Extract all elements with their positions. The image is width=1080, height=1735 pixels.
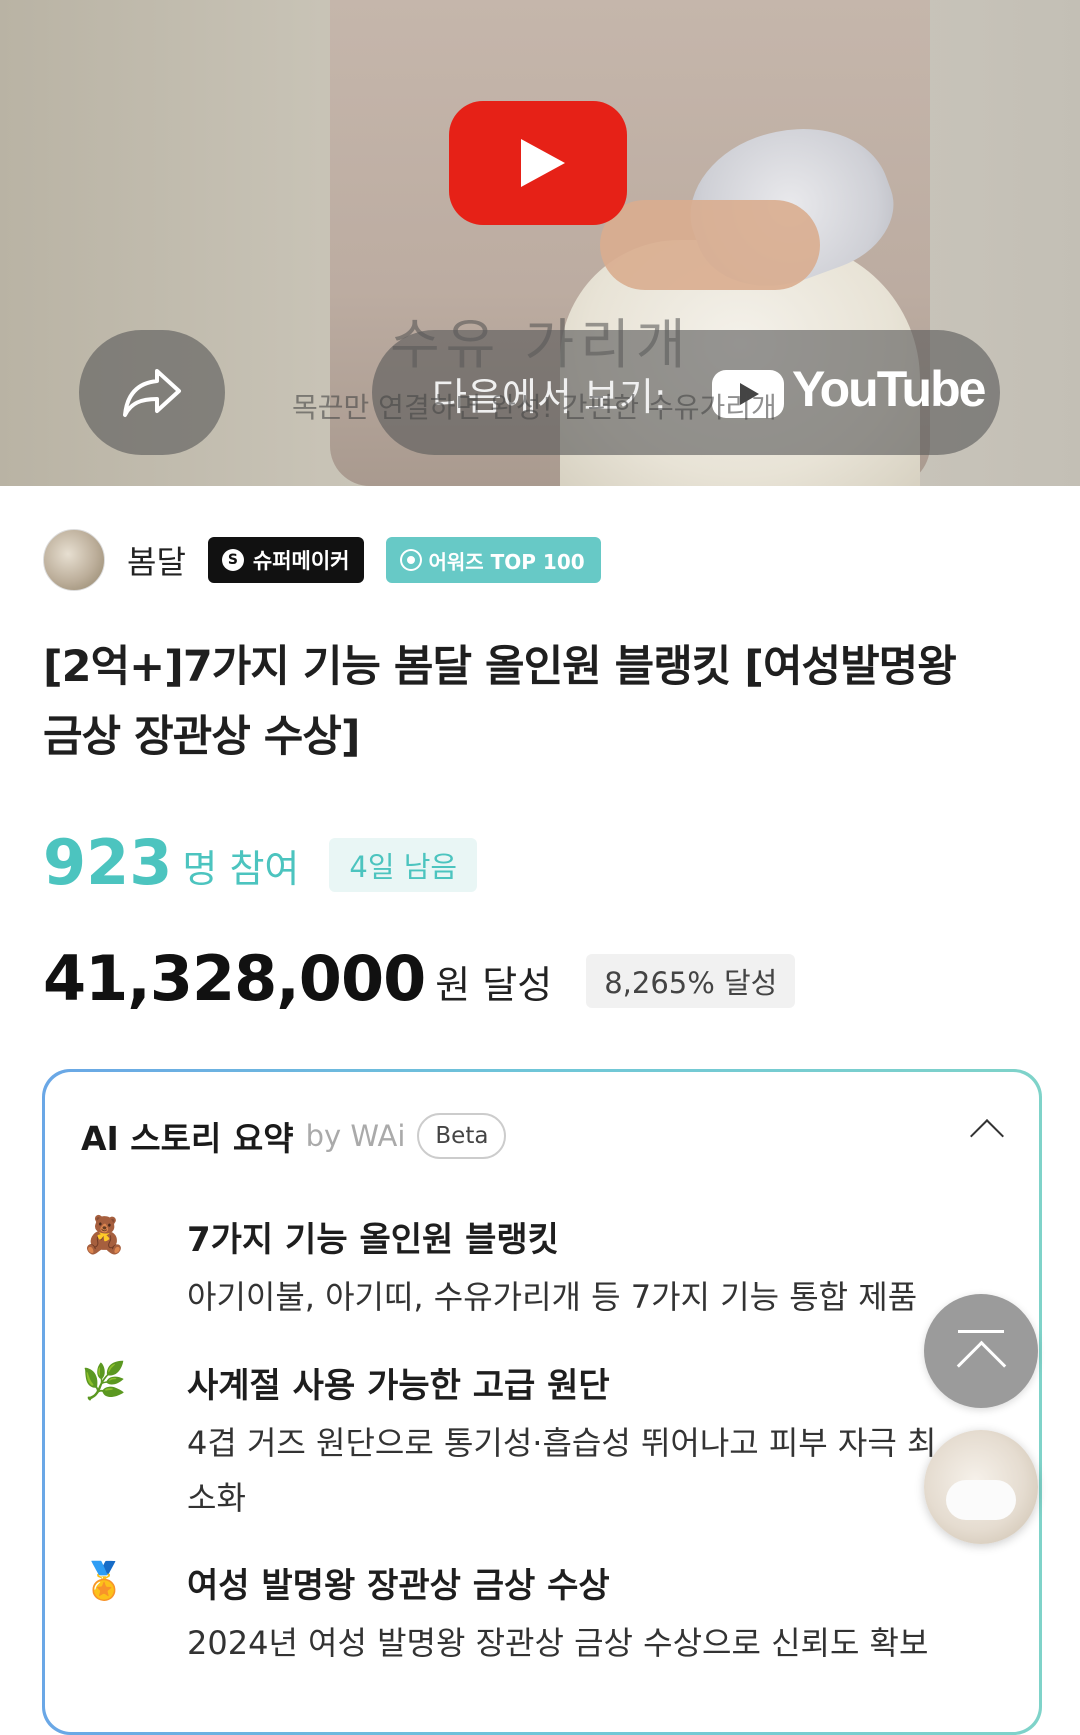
- ai-summary-item-title: 여성 발명왕 장관상 금상 수상: [187, 1566, 610, 1606]
- super-maker-icon: S: [221, 549, 244, 571]
- amount-unit: 원 달성: [435, 963, 553, 1007]
- beta-badge: Beta: [417, 1113, 507, 1159]
- participants-count: 923: [43, 826, 173, 899]
- youtube-wordmark: YouTube: [792, 361, 986, 417]
- video-player[interactable]: 수유 가리개 다음에서 보기: YouTube 목끈만 연결하면 완성! 간편한…: [0, 0, 1080, 486]
- medal-icon: [401, 551, 420, 569]
- creator-name[interactable]: 봄달: [127, 537, 186, 583]
- chevron-up-icon[interactable]: [970, 1119, 1004, 1153]
- ai-summary-item-title: 7가지 기능 올인원 블랭킷: [187, 1220, 559, 1260]
- ai-summary-item-desc: 아기이불, 아기띠, 수유가리개 등 7가지 기능 통합 제품: [187, 1278, 918, 1316]
- awards-badge: 어워즈 TOP 100: [385, 537, 601, 583]
- ai-summary-header: AI 스토리 요약 by WAi Beta: [81, 1112, 507, 1160]
- herb-icon: 🌿: [81, 1361, 127, 1402]
- participants-unit: 명 참여: [182, 847, 300, 891]
- video-thumbnail-button[interactable]: [924, 1430, 1038, 1544]
- participants-row: 923 명 참여 4일 남음: [43, 826, 478, 899]
- youtube-play-icon[interactable]: [449, 101, 627, 225]
- ai-summary-item-title: 사계절 사용 가능한 고급 원단: [187, 1366, 610, 1406]
- super-maker-label: 슈퍼메이커: [252, 549, 350, 573]
- creator-avatar[interactable]: [43, 529, 105, 591]
- super-maker-badge: S 슈퍼메이커: [207, 537, 364, 583]
- ai-story-summary-card: AI 스토리 요약 by WAi Beta 🧸 7가지 기능 올인원 블랭킷 아…: [42, 1069, 1042, 1735]
- ai-summary-item-desc: 4겹 거즈 원단으로 통기성·흡습성 뛰어나고 피부 자극 최소화: [187, 1424, 937, 1517]
- ai-summary-item-desc: 2024년 여성 발명왕 장관상 금상 수상으로 신뢰도 확보: [187, 1624, 929, 1662]
- creator-row: 봄달 S 슈퍼메이커 어워즈 TOP 100: [43, 529, 601, 591]
- video-frame-hands: [600, 200, 820, 290]
- project-title: [2억+]7가지 기능 봄달 올인원 블랭킷 [여성발명왕 금상 장관상 수상]: [43, 642, 957, 762]
- achievement-percent-badge: 8,265% 달성: [586, 954, 796, 1008]
- ai-summary-by: by WAi: [305, 1119, 406, 1153]
- amount-value: 41,328,000: [43, 942, 426, 1015]
- scroll-to-top-button[interactable]: [924, 1294, 1038, 1408]
- days-left-badge: 4일 남음: [329, 838, 478, 892]
- ai-summary-title: AI 스토리 요약: [81, 1119, 294, 1158]
- teddy-bear-icon: 🧸: [81, 1215, 127, 1256]
- share-icon: [123, 368, 181, 417]
- share-button[interactable]: [79, 330, 225, 455]
- medal-icon: 🏅: [81, 1561, 127, 1602]
- amount-row: 41,328,000 원 달성 8,265% 달성: [43, 942, 796, 1015]
- video-caption-subtitle: 목끈만 연결하면 완성! 간편한 수유가리개: [292, 391, 777, 424]
- scroll-top-icon: [958, 1330, 1004, 1333]
- awards-label: 어워즈 TOP 100: [428, 549, 585, 574]
